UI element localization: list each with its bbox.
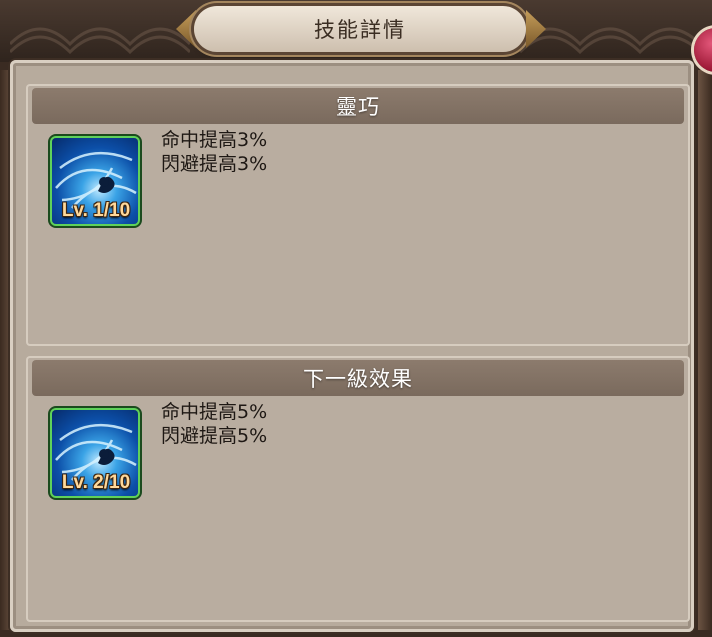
wave-pattern-left xyxy=(10,27,190,54)
skill-icon-next[interactable]: Lv. 2/10 xyxy=(52,410,138,496)
dialog-panel: 靈巧 Lv. 1/10 命中提高3% 閃避提高3% 下一級效果 Lv. 2/10… xyxy=(10,60,694,632)
current-effect-header: 靈巧 xyxy=(32,88,684,124)
next-effects-list: 命中提高5% 閃避提高5% xyxy=(161,400,267,448)
skill-level-next: Lv. 2/10 xyxy=(61,472,131,493)
skill-name: 靈巧 xyxy=(336,95,380,119)
effect-line: 命中提高5% xyxy=(161,401,268,423)
wave-pattern-right xyxy=(520,27,700,54)
next-effect-header: 下一級效果 xyxy=(32,360,684,396)
effect-line: 命中提高3% xyxy=(161,129,268,151)
next-effect-section: 下一級效果 Lv. 2/10 命中提高5% 閃避提高5% xyxy=(26,356,690,622)
current-effects-list: 命中提高3% 閃避提高3% xyxy=(161,128,267,176)
dialog-title: 技能詳情 xyxy=(314,18,406,42)
skill-icon-current[interactable]: Lv. 1/10 xyxy=(52,138,138,224)
current-effect-section: 靈巧 Lv. 1/10 命中提高3% 閃避提高3% xyxy=(26,84,690,346)
effect-line: 閃避提高3% xyxy=(161,153,268,175)
skill-level-current: Lv. 1/10 xyxy=(61,200,131,221)
next-level-title: 下一級效果 xyxy=(303,367,413,391)
title-tab: 技能詳情 xyxy=(194,6,526,52)
effect-line: 閃避提高5% xyxy=(161,425,268,447)
frame-right-edge xyxy=(698,70,712,630)
